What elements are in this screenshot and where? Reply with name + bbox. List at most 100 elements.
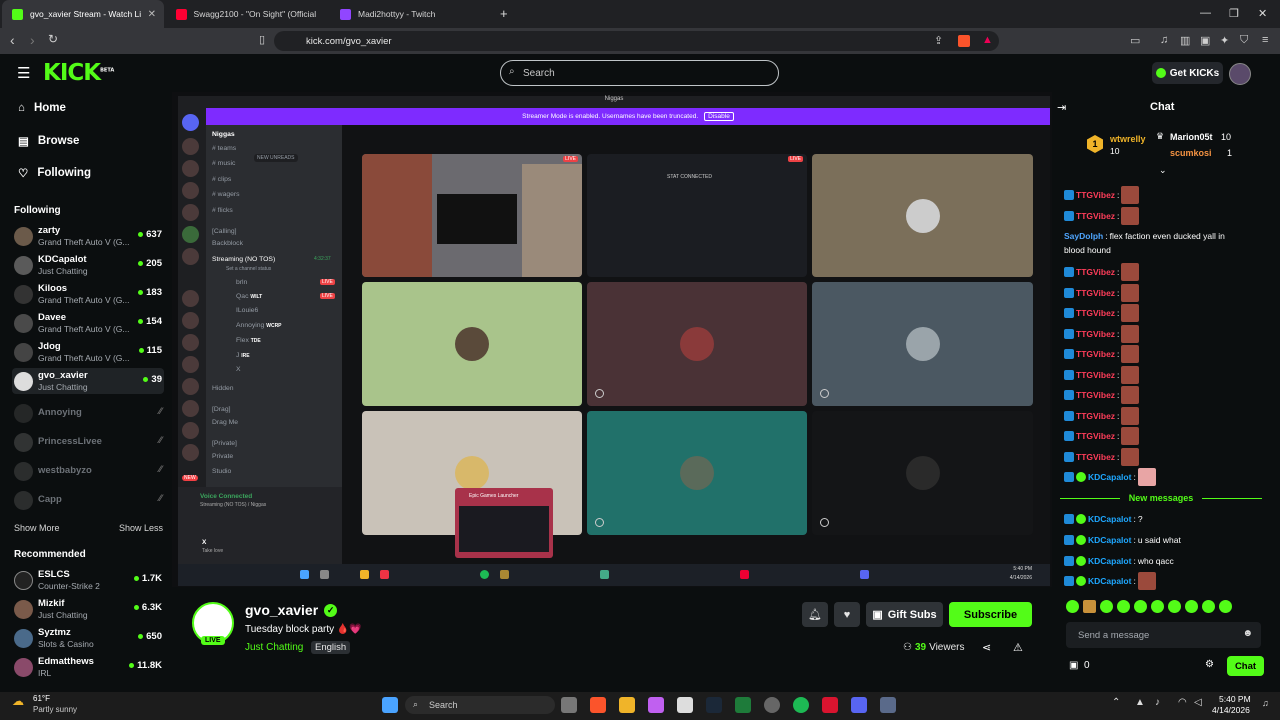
- close-tab-icon[interactable]: ✕: [148, 9, 156, 20]
- hamburger-menu-icon[interactable]: ☰: [17, 64, 30, 82]
- gifter-name[interactable]: scumkosi: [1170, 148, 1212, 158]
- chat-username[interactable]: TTGVibez: [1076, 267, 1115, 277]
- minimize-icon[interactable]: —: [1200, 7, 1211, 19]
- chat-username[interactable]: TTGVibez: [1076, 390, 1115, 400]
- top-gifter-name[interactable]: wtwrelly: [1110, 134, 1146, 144]
- new-messages-divider[interactable]: New messages: [1058, 493, 1264, 503]
- following-item-zarty[interactable]: zarty Grand Theft Auto V (G... 637: [12, 223, 164, 249]
- windows-start-icon[interactable]: [382, 697, 398, 713]
- microphone-icon[interactable]: ♪: [1155, 697, 1160, 708]
- brave-icon[interactable]: [590, 697, 606, 713]
- following-item-annoying[interactable]: Annoying ⁄⁄: [12, 400, 164, 426]
- taskbar-search[interactable]: ⌕ Search: [405, 696, 555, 714]
- spotify-icon[interactable]: [793, 697, 809, 713]
- subscribe-button[interactable]: Subscribe: [949, 602, 1032, 627]
- sidebar-icon[interactable]: ▥: [1180, 34, 1190, 47]
- window-close-icon[interactable]: ✕: [1258, 7, 1267, 20]
- following-item-gvo-xavier[interactable]: gvo_xavier Just Chatting 39: [12, 368, 164, 394]
- tabs-icon[interactable]: ▭: [1130, 34, 1140, 47]
- recommended-item-mizkif[interactable]: Mizkif Just Chatting 6.3K: [12, 596, 164, 622]
- chat-username[interactable]: KDCapalot: [1088, 556, 1131, 566]
- emote-icon[interactable]: [1185, 600, 1198, 613]
- app-icon[interactable]: [764, 697, 780, 713]
- new-tab-button[interactable]: +: [500, 6, 508, 21]
- wallet-icon[interactable]: ▣: [1200, 34, 1210, 47]
- user-avatar[interactable]: [1229, 63, 1251, 85]
- kicks-wallet-icon[interactable]: ▣: [1069, 660, 1078, 671]
- forward-icon[interactable]: ›: [30, 32, 35, 48]
- chat-username[interactable]: TTGVibez: [1076, 452, 1115, 462]
- following-item-jdog[interactable]: Jdog Grand Theft Auto V (G... 115: [12, 339, 164, 365]
- channel-name[interactable]: gvo_xavier: [245, 602, 318, 618]
- vpn-icon[interactable]: ⛉: [1240, 34, 1248, 47]
- bookmark-icon[interactable]: ▯: [259, 33, 265, 46]
- tray-overflow-icon[interactable]: ⌃: [1112, 697, 1120, 708]
- share-icon[interactable]: ⋖: [982, 641, 991, 654]
- settings-app-icon[interactable]: [880, 697, 896, 713]
- search-input[interactable]: ⌕ Search: [500, 60, 779, 86]
- collapse-chat-icon[interactable]: ⇥: [1057, 101, 1066, 114]
- chat-username[interactable]: KDCapalot: [1088, 472, 1131, 482]
- expand-chevron-icon[interactable]: ⌄: [1159, 165, 1167, 176]
- tray-icon[interactable]: ▲: [1135, 697, 1145, 708]
- nav-home[interactable]: ⌂ Home: [18, 102, 66, 114]
- show-more-button[interactable]: Show More: [14, 523, 60, 533]
- notepad-icon[interactable]: [677, 697, 693, 713]
- gifter-name[interactable]: Marion05t: [1170, 132, 1213, 142]
- chat-username[interactable]: KDCapalot: [1088, 514, 1131, 524]
- nav-browse[interactable]: ▤ Browse: [18, 134, 79, 148]
- file-explorer-icon[interactable]: [619, 697, 635, 713]
- emote-icon[interactable]: [1134, 600, 1147, 613]
- notification-bell-button[interactable]: 🔔︎: [802, 602, 828, 627]
- chat-username[interactable]: KDCapalot: [1088, 535, 1131, 545]
- report-icon[interactable]: ⚠︎: [1013, 641, 1023, 654]
- copilot-icon[interactable]: [648, 697, 664, 713]
- emote-icon[interactable]: [1100, 600, 1113, 613]
- maximize-icon[interactable]: ❐: [1229, 7, 1239, 20]
- clock-date[interactable]: 4/14/2026: [1212, 705, 1250, 715]
- language-tag[interactable]: English: [311, 641, 351, 654]
- back-icon[interactable]: ‹: [10, 32, 15, 48]
- follow-heart-button[interactable]: ♥: [834, 602, 860, 627]
- xbox-icon[interactable]: [735, 697, 751, 713]
- emote-icon[interactable]: [1202, 600, 1215, 613]
- chat-username[interactable]: TTGVibez: [1076, 431, 1115, 441]
- recommended-item-edmatthews[interactable]: Edmatthews IRL 11.8K: [12, 654, 164, 680]
- following-item-davee[interactable]: Davee Grand Theft Auto V (G... 154: [12, 310, 164, 336]
- chat-username[interactable]: TTGVibez: [1076, 349, 1115, 359]
- discord-icon[interactable]: [851, 697, 867, 713]
- gift-subs-button[interactable]: ▣ Gift Subs: [866, 602, 943, 627]
- emote-icon[interactable]: [1117, 600, 1130, 613]
- chat-username[interactable]: TTGVibez: [1076, 370, 1115, 380]
- music-icon[interactable]: ♫: [1160, 34, 1168, 46]
- emote-icon[interactable]: [1066, 600, 1079, 613]
- recommended-item-eslcs[interactable]: ESLCS Counter-Strike 2 1.7K: [12, 567, 164, 593]
- menu-icon[interactable]: ≡: [1262, 34, 1268, 46]
- following-item-kiloos[interactable]: Kiloos Grand Theft Auto V (G... 183: [12, 281, 164, 307]
- tab-twitch[interactable]: Madi2hottyy - Twitch: [330, 0, 492, 28]
- task-view-icon[interactable]: [561, 697, 577, 713]
- emote-icon[interactable]: [1083, 600, 1096, 613]
- following-item-capp[interactable]: Capp ⁄⁄: [12, 487, 164, 513]
- kick-logo[interactable]: KICKBETA: [43, 60, 114, 86]
- following-item-kdcapalot[interactable]: KDCapalot Just Chatting 205: [12, 252, 164, 278]
- emote-icon[interactable]: [1151, 600, 1164, 613]
- following-item-princesslivee[interactable]: PrincessLivee ⁄⁄: [12, 429, 164, 455]
- clock-time[interactable]: 5:40 PM: [1219, 694, 1251, 704]
- adobe-icon[interactable]: [822, 697, 838, 713]
- chat-username[interactable]: SayDolph: [1064, 231, 1103, 241]
- emote-icon[interactable]: [1219, 600, 1232, 613]
- recommended-item-syztmz[interactable]: Syztmz Slots & Casino 650: [12, 625, 164, 651]
- stream-category-link[interactable]: Just Chatting: [245, 642, 303, 653]
- chat-username[interactable]: TTGVibez: [1076, 308, 1115, 318]
- nav-following[interactable]: ♡ Following: [18, 166, 91, 180]
- chat-username[interactable]: TTGVibez: [1076, 411, 1115, 421]
- brave-shield-icon[interactable]: [958, 35, 970, 47]
- emoji-icon[interactable]: ☻: [1242, 628, 1253, 639]
- notification-bell-icon[interactable]: ♫: [1262, 698, 1269, 708]
- chat-settings-icon[interactable]: ⚙: [1205, 659, 1214, 670]
- chat-username[interactable]: TTGVibez: [1076, 190, 1115, 200]
- send-chat-button[interactable]: Chat: [1227, 656, 1264, 676]
- steam-icon[interactable]: [706, 697, 722, 713]
- show-less-button[interactable]: Show Less: [119, 523, 163, 533]
